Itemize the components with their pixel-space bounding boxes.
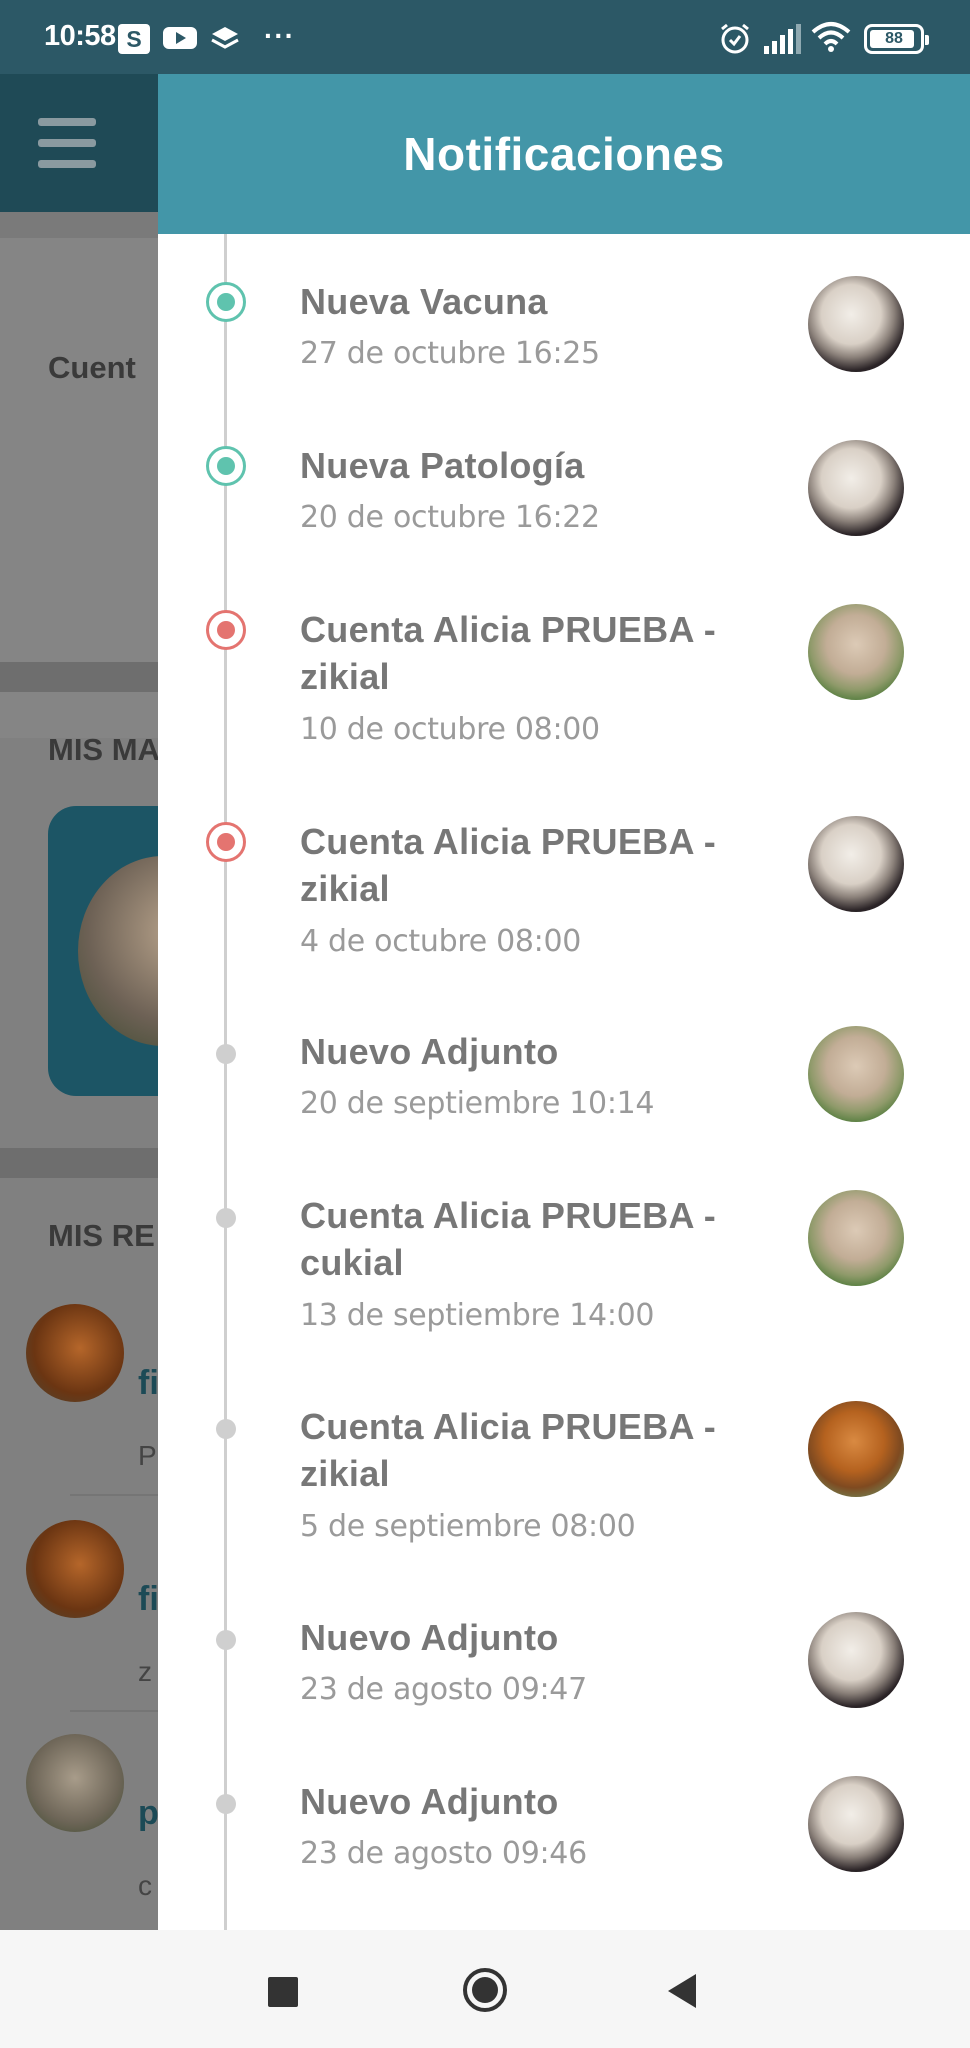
drawer-title: Notificaciones [403,128,725,180]
background-app: Cuent MIS MA MIS RE fi P fi z p c [0,74,160,1930]
alarm-icon [721,23,749,54]
reminder-subtitle: z [138,1656,152,1687]
drawer-header: Notificaciones [158,74,970,234]
pet-avatar [808,276,904,372]
pet-card[interactable] [48,806,160,1096]
background-strip [0,212,160,238]
pet-avatar [808,1190,904,1286]
reminder-title[interactable]: fi [138,1364,159,1403]
timeline-marker-grey [216,1419,236,1439]
row-separator [70,1494,160,1496]
timeline-line [224,234,227,1930]
reminder-title[interactable]: fi [138,1580,159,1619]
signal-icon [764,24,801,54]
notification-date: 23 de agosto 09:47 [300,1672,587,1707]
pet-avatar [808,604,904,700]
more-icon: ··· [264,20,295,51]
app-top-bar [0,74,160,212]
timeline-marker-grey [216,1630,236,1650]
notification-title: Nuevo Adjunto [300,1781,559,1822]
my-pets-label: MIS MA [48,732,160,767]
account-label: Cuent [48,350,136,385]
notification-date: 20 de octubre 16:22 [300,500,600,535]
notification-title: Nuevo Adjunto [300,1617,559,1658]
notification-title: Cuenta Alicia PRUEBA - zikial [300,609,716,697]
system-nav-bar [0,1930,970,2048]
timeline-marker-grey [216,1044,236,1064]
pet-photo [78,856,160,1046]
notification-date: 27 de octubre 16:25 [300,336,600,371]
timeline-marker-grey [216,1794,236,1814]
reminder-avatar [26,1304,124,1402]
reminder-avatar [26,1520,124,1618]
section-divider [0,662,160,692]
home-circle-icon[interactable] [425,1930,545,2048]
pet-avatar [808,1026,904,1122]
pet-avatar [808,1776,904,1872]
status-bar: 10:58 S ··· 88 [0,0,970,74]
my-reminders-label: MIS RE [48,1218,155,1253]
timeline-marker-red [206,822,246,862]
notification-date: 5 de septiembre 08:00 [300,1509,636,1544]
reminder-subtitle: P [138,1440,157,1471]
notifications-drawer: Notificaciones Nueva Vacuna 27 de octubr… [158,74,970,1930]
notification-title: Nueva Patología [300,445,585,486]
row-separator [70,1710,160,1712]
reminder-subtitle: c [138,1870,152,1901]
back-triangle-icon[interactable] [622,1930,742,2048]
recents-square-icon[interactable] [222,1930,342,2048]
reminder-avatar [26,1734,124,1832]
battery-icon: 88 [864,24,929,54]
reminder-title[interactable]: p [138,1794,159,1833]
section-divider [0,1148,160,1178]
battery-level: 88 [885,30,903,47]
pet-avatar [808,1612,904,1708]
pet-avatar [808,816,904,912]
notification-title: Cuenta Alicia PRUEBA - cukial [300,1195,716,1283]
hamburger-icon[interactable] [38,118,96,168]
notification-date: 23 de agosto 09:46 [300,1836,587,1871]
wifi-icon [811,22,851,52]
layers-icon [211,27,239,49]
notification-title: Cuenta Alicia PRUEBA - zikial [300,821,716,909]
pet-avatar [808,440,904,536]
notification-title: Nuevo Adjunto [300,1031,559,1072]
timeline-marker-green [206,282,246,322]
timeline-marker-grey [216,1208,236,1228]
timeline-marker-green [206,446,246,486]
pet-avatar [808,1401,904,1497]
notification-date: 13 de septiembre 14:00 [300,1298,655,1333]
youtube-icon [163,27,197,49]
notification-date: 20 de septiembre 10:14 [300,1086,655,1121]
notification-title: Nueva Vacuna [300,281,548,322]
timeline-marker-red [206,610,246,650]
notification-date: 4 de octubre 08:00 [300,924,582,959]
notification-date: 10 de octubre 08:00 [300,712,600,747]
s-app-icon: S [118,24,150,54]
battery-tip [925,35,929,45]
notification-title: Cuenta Alicia PRUEBA - zikial [300,1406,716,1494]
status-time: 10:58 [44,20,116,52]
